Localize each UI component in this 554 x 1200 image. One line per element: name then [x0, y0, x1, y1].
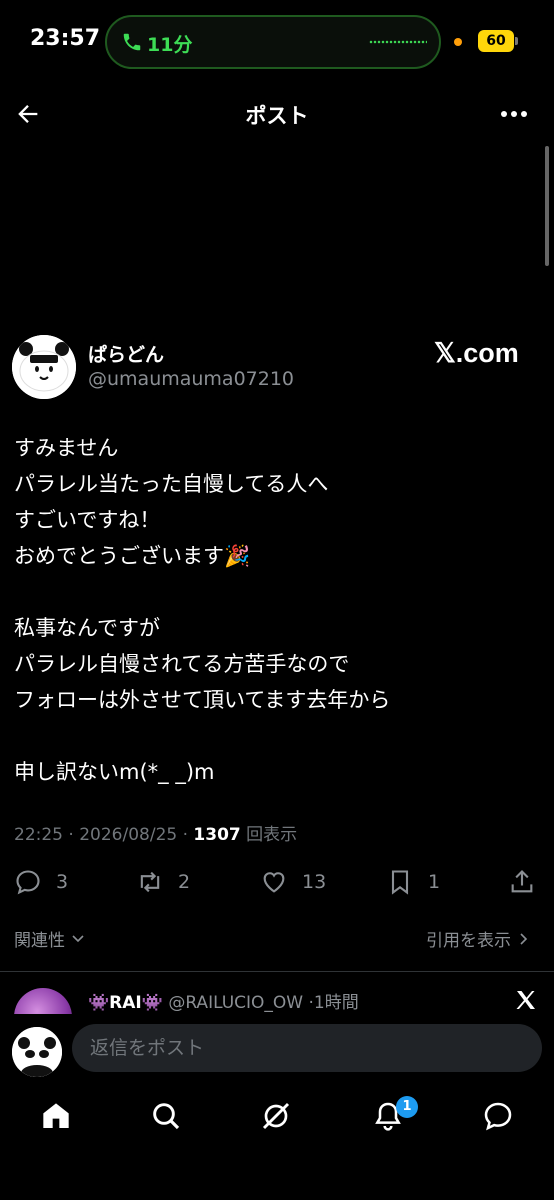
home-indicator-area	[0, 1152, 554, 1200]
nav-home[interactable]	[40, 1100, 76, 1136]
post-time: 22:25	[14, 825, 63, 845]
reply-compose-bar	[0, 1014, 554, 1086]
privacy-indicator-dot	[454, 38, 462, 46]
tweet-line: 申し訳ないm(*_ _)m	[14, 760, 215, 784]
x-logo-icon	[516, 991, 535, 1009]
page-header: ポスト	[0, 84, 554, 144]
reply-count: 3	[56, 871, 69, 893]
x-com-watermark: 𝕏.com	[434, 338, 519, 368]
replies-sort-row: 関連性 引用を表示	[0, 924, 554, 954]
tweet-image-handle: @umaumauma07210	[88, 368, 295, 390]
nav-messages[interactable]	[482, 1100, 518, 1136]
status-time: 23:57	[30, 26, 101, 51]
reply-avatar[interactable]	[14, 988, 72, 1014]
post-meta: 22:25 · 2026/08/25 · 1307 回表示	[14, 825, 298, 845]
share-icon	[511, 870, 533, 893]
tweet-image-text: すみません パラレル当たった自慢してる人へ すごいですね！ おめでとうございます…	[14, 430, 534, 790]
share-button[interactable]	[508, 862, 536, 902]
tweet-image-display-name: ぱらどん	[88, 344, 165, 366]
home-icon	[43, 1103, 69, 1128]
tweet-line: おめでとうございます🎉	[14, 544, 251, 568]
search-icon	[153, 1103, 180, 1130]
nav-search[interactable]	[150, 1100, 186, 1136]
status-bar: 23:57 11分 60	[0, 0, 554, 84]
reply-button[interactable]: 3	[14, 862, 68, 902]
call-indicator[interactable]: 11分	[105, 15, 441, 69]
waveform-icon	[369, 40, 427, 44]
repost-icon	[140, 871, 160, 893]
tweet-line: すごいですね！	[14, 508, 161, 532]
notification-badge: 1	[396, 1096, 418, 1118]
tweet-media-image[interactable]: ぱらどん @umaumauma07210 𝕏.com すみません パラレル当たっ…	[0, 318, 554, 808]
page-title: ポスト	[245, 104, 309, 128]
tweet-line: パラレル当たった自慢してる人へ	[14, 472, 329, 496]
reply-header: 👾RAI👾 @RAILUCIO_OW ·1時間	[88, 988, 359, 1013]
battery-tip	[515, 37, 518, 45]
chevron-right-icon	[520, 932, 528, 945]
sort-relevance-label: 関連性	[14, 931, 65, 951]
bookmark-icon	[391, 870, 409, 895]
reply-input[interactable]	[72, 1024, 542, 1072]
chevron-down-icon	[72, 934, 84, 942]
phone-icon	[123, 33, 141, 51]
tweet-line: 私事なんですが	[14, 616, 160, 640]
tweet-line: パラレル自慢されてる方苦手なので	[14, 652, 350, 676]
reply-icon	[16, 870, 40, 895]
reply-time: 1時間	[313, 993, 359, 1013]
more-options-icon[interactable]	[498, 100, 530, 128]
call-duration: 11分	[147, 34, 193, 56]
view-count-label: 回表示	[246, 825, 298, 845]
action-bar: 3 2 13 1	[0, 862, 554, 902]
reply-item[interactable]: 👾RAI👾 @RAILUCIO_OW ·1時間	[0, 972, 554, 1014]
battery-icon: 60	[478, 30, 514, 52]
repost-button[interactable]: 2	[136, 862, 190, 902]
tweet-line: すみません	[14, 436, 119, 460]
view-quotes-label: 引用を表示	[426, 931, 511, 951]
bottom-nav: 1	[0, 1086, 554, 1152]
like-count: 13	[302, 871, 327, 893]
bookmark-button[interactable]: 1	[386, 862, 440, 902]
view-count[interactable]: 1307	[193, 825, 240, 845]
tweet-line: フォローは外させて頂いてます去年から	[14, 688, 391, 712]
my-avatar[interactable]	[12, 1027, 62, 1077]
panda-avatar-icon	[12, 1027, 62, 1077]
tweet-image-avatar	[12, 335, 76, 399]
post-date: 2026/08/25	[79, 825, 178, 845]
bear-face-icon	[12, 335, 76, 399]
sort-relevance-dropdown[interactable]: 関連性	[14, 926, 85, 951]
reply-handle: @RAILUCIO_OW	[168, 993, 304, 1013]
view-quotes-link[interactable]: 引用を表示	[426, 926, 531, 951]
reply-display-name: 👾RAI👾	[88, 993, 163, 1013]
heart-icon	[263, 872, 285, 893]
bookmark-count: 1	[428, 871, 441, 893]
grok-icon	[262, 1102, 290, 1130]
nav-grok[interactable]	[260, 1100, 296, 1136]
messages-icon	[484, 1102, 512, 1131]
like-button[interactable]: 13	[260, 862, 326, 902]
scrollbar[interactable]	[545, 146, 549, 266]
repost-count: 2	[178, 871, 191, 893]
